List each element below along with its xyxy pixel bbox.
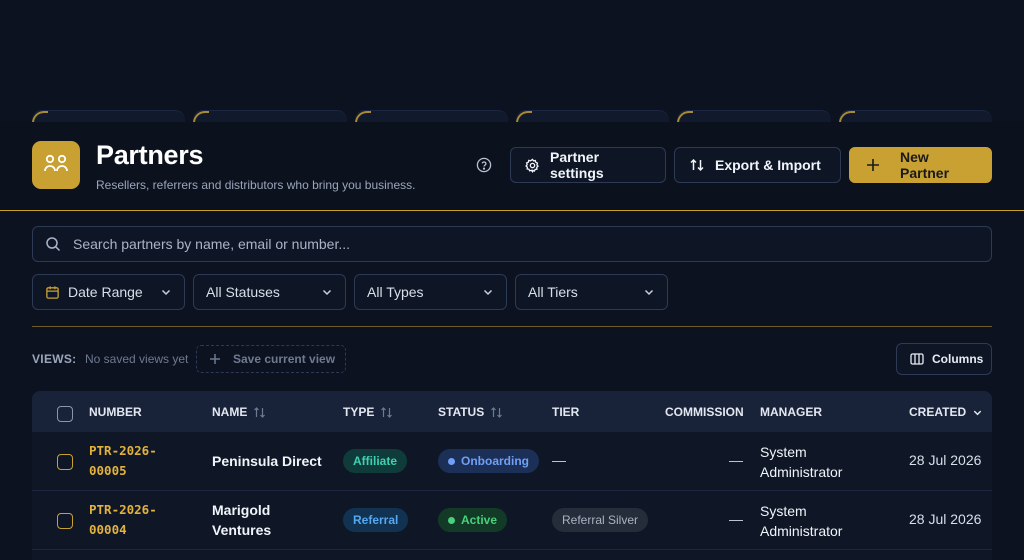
save-current-view-button[interactable]: Save current view bbox=[196, 345, 346, 373]
manager-value: System Administrator bbox=[760, 444, 843, 480]
date-range-label: Date Range bbox=[68, 284, 143, 300]
table-row[interactable]: PTR-2026-00005 Peninsula Direct Affiliat… bbox=[32, 432, 992, 491]
partner-name[interactable]: Peninsula Direct bbox=[212, 451, 322, 471]
tier-filter[interactable]: All Tiers bbox=[515, 274, 668, 310]
type-badge-label: Referral bbox=[353, 513, 399, 527]
type-filter-label: All Types bbox=[367, 284, 424, 300]
filter-bar: Date Range All Statuses All Types All Ti… bbox=[32, 274, 668, 310]
row-checkbox[interactable] bbox=[57, 513, 73, 529]
chevron-down-icon bbox=[644, 289, 654, 296]
status-badge: Active bbox=[438, 508, 508, 532]
partner-name[interactable]: Marigold Ventures bbox=[212, 500, 322, 540]
chevron-down-icon bbox=[161, 289, 171, 296]
column-manager-label: MANAGER bbox=[760, 405, 822, 419]
partner-number[interactable]: PTR-2026-00005 bbox=[89, 441, 169, 481]
chevron-down-icon bbox=[973, 410, 982, 415]
columns-label: Columns bbox=[932, 352, 984, 366]
status-filter-label: All Statuses bbox=[206, 284, 280, 300]
chevron-down-icon bbox=[322, 289, 332, 296]
export-import-button[interactable]: Export & Import bbox=[674, 147, 841, 183]
stat-card[interactable] bbox=[677, 110, 831, 122]
type-badge-label: Affiliate bbox=[353, 454, 398, 468]
type-badge: Affiliate bbox=[343, 449, 408, 473]
status-badge: Onboarding bbox=[438, 449, 539, 473]
gear-icon bbox=[525, 157, 539, 173]
views-label: VIEWS: bbox=[32, 352, 77, 366]
partners-table: NUMBER NAME TYPE STATUS TIER COMMISSION … bbox=[32, 391, 992, 560]
column-number-label: NUMBER bbox=[89, 405, 142, 419]
no-saved-views-text: No saved views yet bbox=[85, 352, 189, 366]
date-range-filter[interactable]: Date Range bbox=[32, 274, 185, 310]
status-filter[interactable]: All Statuses bbox=[193, 274, 346, 310]
column-type[interactable]: TYPE bbox=[343, 405, 393, 419]
stat-card[interactable] bbox=[32, 110, 186, 122]
calendar-icon bbox=[46, 285, 59, 299]
partner-number[interactable]: PTR-2026-00004 bbox=[89, 500, 169, 540]
export-import-label: Export & Import bbox=[715, 157, 821, 173]
stat-card[interactable] bbox=[515, 110, 670, 122]
column-name-label: NAME bbox=[212, 405, 248, 419]
created-date: 28 Jul 2026 bbox=[909, 511, 982, 527]
help-circle-icon[interactable] bbox=[476, 157, 492, 173]
table-header: NUMBER NAME TYPE STATUS TIER COMMISSION … bbox=[32, 391, 992, 432]
column-tier[interactable]: TIER bbox=[552, 405, 579, 419]
columns-icon bbox=[910, 353, 924, 365]
tier-badge-label: Referral Silver bbox=[562, 513, 639, 527]
type-filter[interactable]: All Types bbox=[354, 274, 507, 310]
column-created-label: CREATED bbox=[909, 405, 967, 419]
status-badge-label: Active bbox=[461, 513, 498, 527]
sort-icon bbox=[381, 406, 393, 418]
columns-button[interactable]: Columns bbox=[896, 343, 992, 375]
search-bar bbox=[32, 226, 992, 262]
tier-filter-label: All Tiers bbox=[528, 284, 578, 300]
row-checkbox[interactable] bbox=[57, 454, 73, 470]
section-divider bbox=[32, 326, 992, 327]
stat-card[interactable] bbox=[838, 110, 992, 122]
page-title: Partners bbox=[96, 140, 204, 170]
column-created[interactable]: CREATED bbox=[909, 405, 983, 419]
column-status-label: STATUS bbox=[438, 405, 485, 419]
plus-icon bbox=[867, 159, 879, 171]
chevron-down-icon bbox=[483, 289, 493, 296]
stat-card[interactable] bbox=[354, 110, 508, 122]
table-row[interactable]: PTR-2026-00004 Marigold Ventures Referra… bbox=[32, 491, 992, 550]
commission-value: — bbox=[729, 511, 743, 527]
created-date: 28 Jul 2026 bbox=[909, 452, 982, 468]
column-number[interactable]: NUMBER bbox=[89, 405, 142, 419]
column-commission-label: COMMISSION bbox=[665, 405, 744, 419]
tier-badge: Referral Silver bbox=[552, 508, 649, 532]
sort-icon bbox=[491, 406, 503, 418]
partner-settings-label: Partner settings bbox=[550, 149, 604, 181]
new-partner-button[interactable]: New Partner bbox=[849, 147, 992, 183]
column-commission[interactable]: COMMISSION bbox=[665, 405, 744, 419]
column-status[interactable]: STATUS bbox=[438, 405, 503, 419]
stat-card[interactable] bbox=[193, 110, 347, 122]
partner-settings-button[interactable]: Partner settings bbox=[510, 147, 666, 183]
stat-card-strip bbox=[32, 110, 992, 122]
page-header: Partners Resellers, referrers and distri… bbox=[0, 122, 1024, 211]
manager-value: System Administrator bbox=[760, 503, 843, 539]
partners-people-icon bbox=[32, 141, 80, 189]
save-current-view-label: Save current view bbox=[233, 352, 336, 366]
column-manager[interactable]: MANAGER bbox=[760, 405, 822, 419]
new-partner-label: New Partner bbox=[900, 149, 950, 181]
select-all-checkbox[interactable] bbox=[57, 406, 73, 422]
status-badge-label: Onboarding bbox=[461, 454, 529, 468]
column-name[interactable]: NAME bbox=[212, 405, 266, 419]
column-tier-label: TIER bbox=[552, 405, 580, 419]
page-subtitle: Resellers, referrers and distributors wh… bbox=[96, 178, 416, 192]
plus-icon bbox=[210, 354, 220, 364]
search-icon bbox=[46, 237, 61, 252]
tier-value: — bbox=[552, 452, 566, 468]
swap-vertical-icon bbox=[690, 158, 704, 172]
commission-value: — bbox=[729, 452, 743, 468]
search-input[interactable] bbox=[73, 236, 953, 252]
sort-icon bbox=[254, 406, 266, 418]
type-badge: Referral bbox=[343, 508, 409, 532]
column-type-label: TYPE bbox=[343, 405, 375, 419]
